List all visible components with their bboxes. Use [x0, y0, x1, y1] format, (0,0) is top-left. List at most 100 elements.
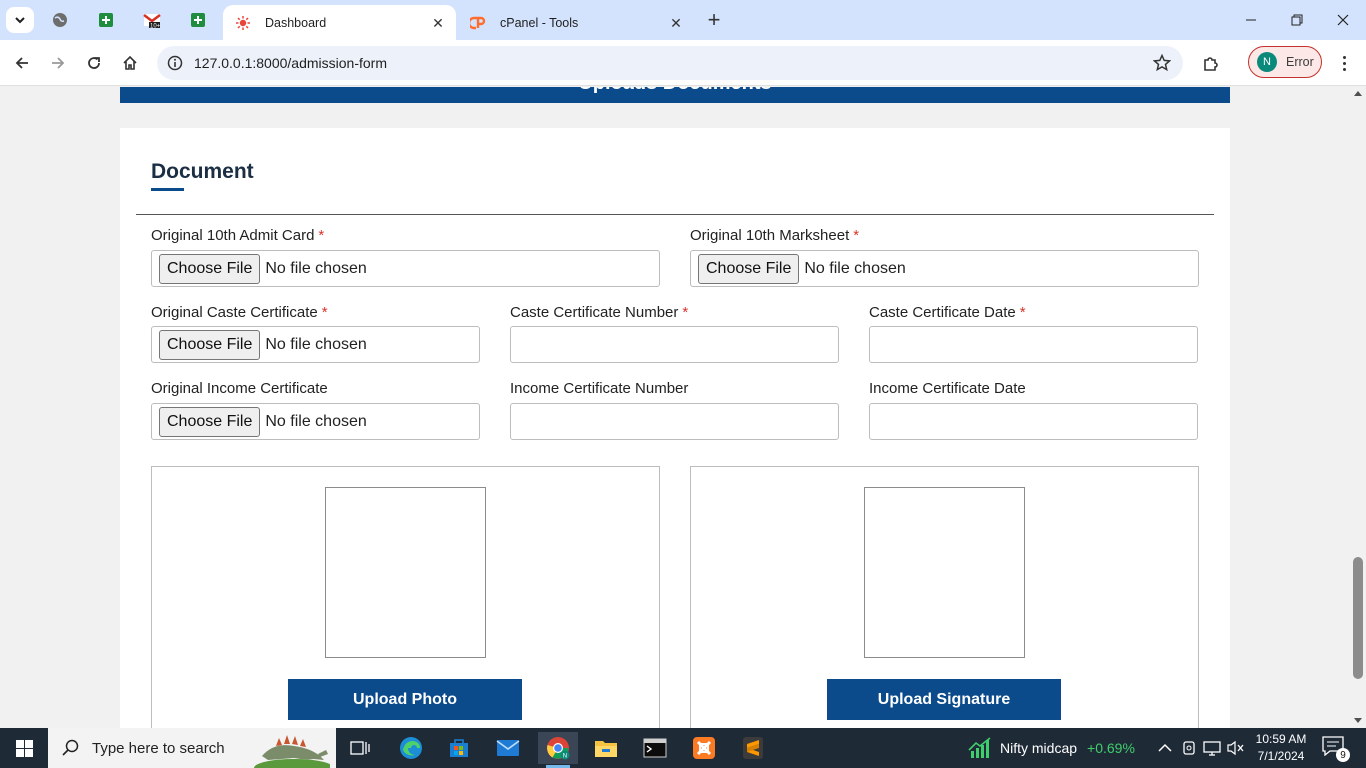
- restore-button[interactable]: [1274, 0, 1320, 40]
- admit-card-file-input[interactable]: Choose File No file chosen: [151, 250, 660, 287]
- marksheet-label: Original 10th Marksheet *: [690, 227, 859, 244]
- admit-card-label: Original 10th Admit Card *: [151, 227, 324, 244]
- pinned-tab-sheets-2[interactable]: [187, 9, 209, 31]
- arrow-right-icon: [52, 57, 65, 69]
- close-window-button[interactable]: [1320, 0, 1366, 40]
- scroll-up-arrow-icon[interactable]: [1354, 91, 1362, 96]
- chrome-icon: N: [547, 737, 570, 760]
- marksheet-label-text: Original 10th Marksheet: [690, 227, 850, 244]
- caste-number-input[interactable]: [510, 326, 839, 363]
- tab-search-button[interactable]: [6, 7, 34, 33]
- sheets-icon: [191, 13, 205, 27]
- upload-photo-button[interactable]: Upload Photo: [288, 679, 522, 720]
- caste-date-label: Caste Certificate Date *: [869, 304, 1026, 321]
- cpanel-favicon-icon: [470, 15, 486, 31]
- close-tab-icon[interactable]: ✕: [668, 15, 684, 31]
- tray-device-icon[interactable]: [1179, 738, 1199, 758]
- taskbar-xampp[interactable]: [684, 732, 724, 764]
- close-tab-icon[interactable]: ✕: [430, 15, 446, 31]
- pinned-tab-sheets[interactable]: [95, 9, 117, 31]
- scroll-down-arrow-icon[interactable]: [1354, 718, 1362, 723]
- taskbar-file-explorer[interactable]: [586, 732, 626, 764]
- home-button[interactable]: [116, 49, 144, 77]
- taskbar-terminal[interactable]: [635, 732, 675, 764]
- arrow-left-icon: [15, 57, 28, 69]
- svg-text:N: N: [563, 754, 567, 760]
- show-hidden-icons[interactable]: [1155, 738, 1175, 758]
- required-mark: *: [682, 304, 689, 321]
- stock-widget[interactable]: Nifty midcap +0.69%: [968, 728, 1135, 768]
- forward-button[interactable]: [44, 49, 72, 77]
- task-view-button[interactable]: [340, 732, 380, 764]
- income-certificate-label-text: Original Income Certificate: [151, 380, 328, 397]
- browser-menu-icon[interactable]: [1334, 52, 1354, 74]
- file-status: No file chosen: [265, 259, 367, 277]
- income-certificate-label: Original Income Certificate: [151, 380, 328, 397]
- dinosaur-illustration-icon: [254, 735, 330, 768]
- title-underline: [151, 188, 184, 191]
- puzzle-icon: [1204, 57, 1218, 71]
- volume-muted-icon[interactable]: [1226, 738, 1246, 758]
- scroll-thumb[interactable]: [1353, 557, 1363, 679]
- upload-signature-button[interactable]: Upload Signature: [827, 679, 1061, 720]
- income-certificate-file-input[interactable]: Choose File No file chosen: [151, 403, 480, 440]
- pinned-tab-gmail[interactable]: 10+: [141, 9, 163, 31]
- start-button[interactable]: [0, 728, 48, 768]
- admit-card-label-text: Original 10th Admit Card: [151, 227, 315, 244]
- choose-file-button[interactable]: Choose File: [159, 329, 261, 360]
- system-clock[interactable]: 10:59 AM 7/1/2024: [1248, 731, 1314, 765]
- taskbar-edge[interactable]: [391, 732, 431, 764]
- clock-time: 10:59 AM: [1255, 732, 1307, 746]
- file-status: No file chosen: [265, 412, 367, 430]
- income-date-input[interactable]: [869, 403, 1198, 440]
- page-title: Document: [151, 160, 254, 183]
- stock-name: Nifty midcap: [1000, 740, 1078, 756]
- file-status: No file chosen: [804, 259, 906, 277]
- close-icon: [1337, 14, 1349, 26]
- new-tab-icon[interactable]: +: [703, 7, 725, 32]
- caste-certificate-file-input[interactable]: Choose File No file chosen: [151, 326, 480, 363]
- signature-upload-panel: Upload Signature: [690, 466, 1199, 728]
- reload-button[interactable]: [80, 49, 108, 77]
- choose-file-button[interactable]: Choose File: [159, 406, 261, 437]
- minimize-icon: [1246, 19, 1256, 21]
- url-text[interactable]: 127.0.0.1:8000/admission-form: [194, 55, 387, 71]
- profile-button[interactable]: N Error: [1248, 46, 1322, 78]
- site-info-icon[interactable]: [165, 53, 185, 73]
- home-icon: [123, 55, 137, 70]
- extensions-button[interactable]: [1198, 51, 1224, 75]
- taskbar-chrome[interactable]: N: [538, 732, 578, 768]
- caste-date-input[interactable]: [869, 326, 1198, 363]
- sublime-text-icon: [743, 737, 763, 759]
- taskbar-mail[interactable]: [488, 732, 528, 764]
- terminal-icon: [643, 738, 667, 758]
- taskbar-search[interactable]: Type here to search: [48, 728, 336, 768]
- back-button[interactable]: [8, 49, 36, 77]
- tab-strip: 10+ Dashboard ✕ cPanel - Tools ✕ +: [0, 0, 1366, 40]
- tab-dashboard[interactable]: Dashboard ✕: [223, 5, 456, 40]
- globe-icon: [53, 13, 67, 27]
- page-scrollbar[interactable]: [1350, 87, 1366, 728]
- avatar: N: [1257, 52, 1277, 72]
- task-view-icon: [350, 741, 370, 755]
- choose-file-button[interactable]: Choose File: [159, 253, 261, 284]
- income-date-label-text: Income Certificate Date: [869, 380, 1026, 397]
- taskbar-sublime[interactable]: [733, 732, 773, 764]
- tab-cpanel[interactable]: cPanel - Tools ✕: [458, 5, 694, 40]
- store-icon: [450, 739, 468, 757]
- pinned-tab-globe[interactable]: [49, 9, 71, 31]
- restore-icon: [1291, 14, 1303, 26]
- choose-file-button[interactable]: Choose File: [698, 253, 800, 284]
- document-card: Document Original 10th Admit Card * Choos…: [120, 128, 1230, 728]
- marksheet-file-input[interactable]: Choose File No file chosen: [690, 250, 1199, 287]
- clock-date: 7/1/2024: [1257, 749, 1305, 763]
- taskbar-store[interactable]: [439, 732, 479, 764]
- network-icon[interactable]: [1202, 738, 1222, 758]
- address-bar[interactable]: 127.0.0.1:8000/admission-form: [157, 46, 1183, 80]
- bookmark-star-icon[interactable]: [1151, 52, 1173, 74]
- required-mark: *: [318, 227, 325, 244]
- minimize-button[interactable]: [1228, 0, 1274, 40]
- windows-icon: [15, 739, 33, 757]
- income-number-input[interactable]: [510, 403, 839, 440]
- notification-center[interactable]: 9: [1322, 736, 1350, 762]
